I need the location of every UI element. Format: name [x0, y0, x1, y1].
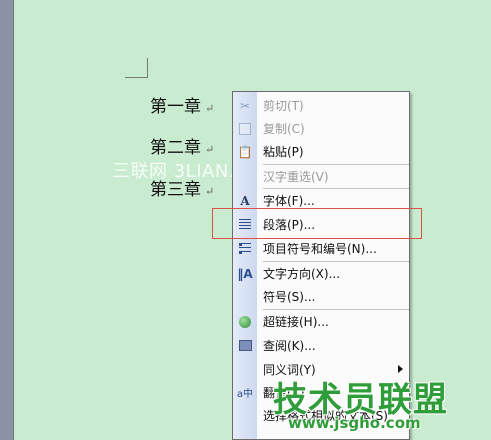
menu-item-copy[interactable]: 复制(C) [233, 117, 409, 140]
highlight-box [212, 208, 422, 239]
heading-text: 第一章 [150, 97, 201, 117]
hyperlink-icon [233, 310, 257, 333]
translate-icon: a中 [236, 389, 254, 400]
menu-item-research[interactable]: 查阅(K)... [233, 334, 409, 357]
menu-item-label: 字体(F)... [263, 194, 315, 208]
paragraph-mark-icon: ↵ [205, 185, 215, 198]
menu-item-label: 项目符号和编号(N)... [263, 242, 377, 256]
heading-text: 第三章 [150, 180, 201, 200]
research-icon [233, 334, 257, 357]
margin-corner-mark [125, 58, 148, 78]
menu-item-label: 超链接(H)... [263, 315, 329, 329]
menu-item-symbol[interactable]: 符号(S)... [233, 285, 409, 308]
menu-item-label: 符号(S)... [263, 290, 316, 304]
scissors-icon: ✂ [239, 98, 251, 113]
menu-item-paste[interactable]: 📋 粘贴(P) [233, 140, 409, 163]
menu-item-label: 查阅(K)... [263, 339, 316, 353]
menu-item-text-direction[interactable]: ‖A 文字方向(X)... [233, 262, 409, 285]
menu-item-cut[interactable]: ✂ 剪切(T) [233, 94, 409, 117]
menu-item-bullets-numbering[interactable]: 项目符号和编号(N)... [233, 237, 409, 260]
heading-chapter-2[interactable]: 第二章 ↵ [150, 133, 214, 158]
menu-item-reconvert[interactable]: 汉字重选(V) [233, 165, 409, 188]
paragraph-mark-icon: ↵ [205, 102, 215, 115]
menu-item-label: 剪切(T) [263, 99, 304, 113]
text-direction-icon: ‖A [237, 266, 253, 281]
left-ruler-panel [0, 0, 14, 440]
menu-item-label: 文字方向(X)... [263, 267, 341, 281]
menu-item-label: 汉字重选(V) [263, 170, 329, 184]
copy-icon [233, 117, 257, 140]
paste-icon: 📋 [237, 144, 253, 159]
heading-text: 第二章 [150, 138, 201, 158]
menu-item-label: 复制(C) [263, 122, 305, 136]
site-watermark-url: www.jsgho.com [288, 414, 421, 432]
menu-item-hyperlink[interactable]: 超链接(H)... [233, 310, 409, 333]
menu-item-label: 粘贴(P) [263, 145, 304, 159]
heading-chapter-1[interactable]: 第一章 ↵ [150, 92, 214, 117]
paragraph-mark-icon: ↵ [205, 143, 215, 156]
bullets-icon [233, 237, 257, 260]
